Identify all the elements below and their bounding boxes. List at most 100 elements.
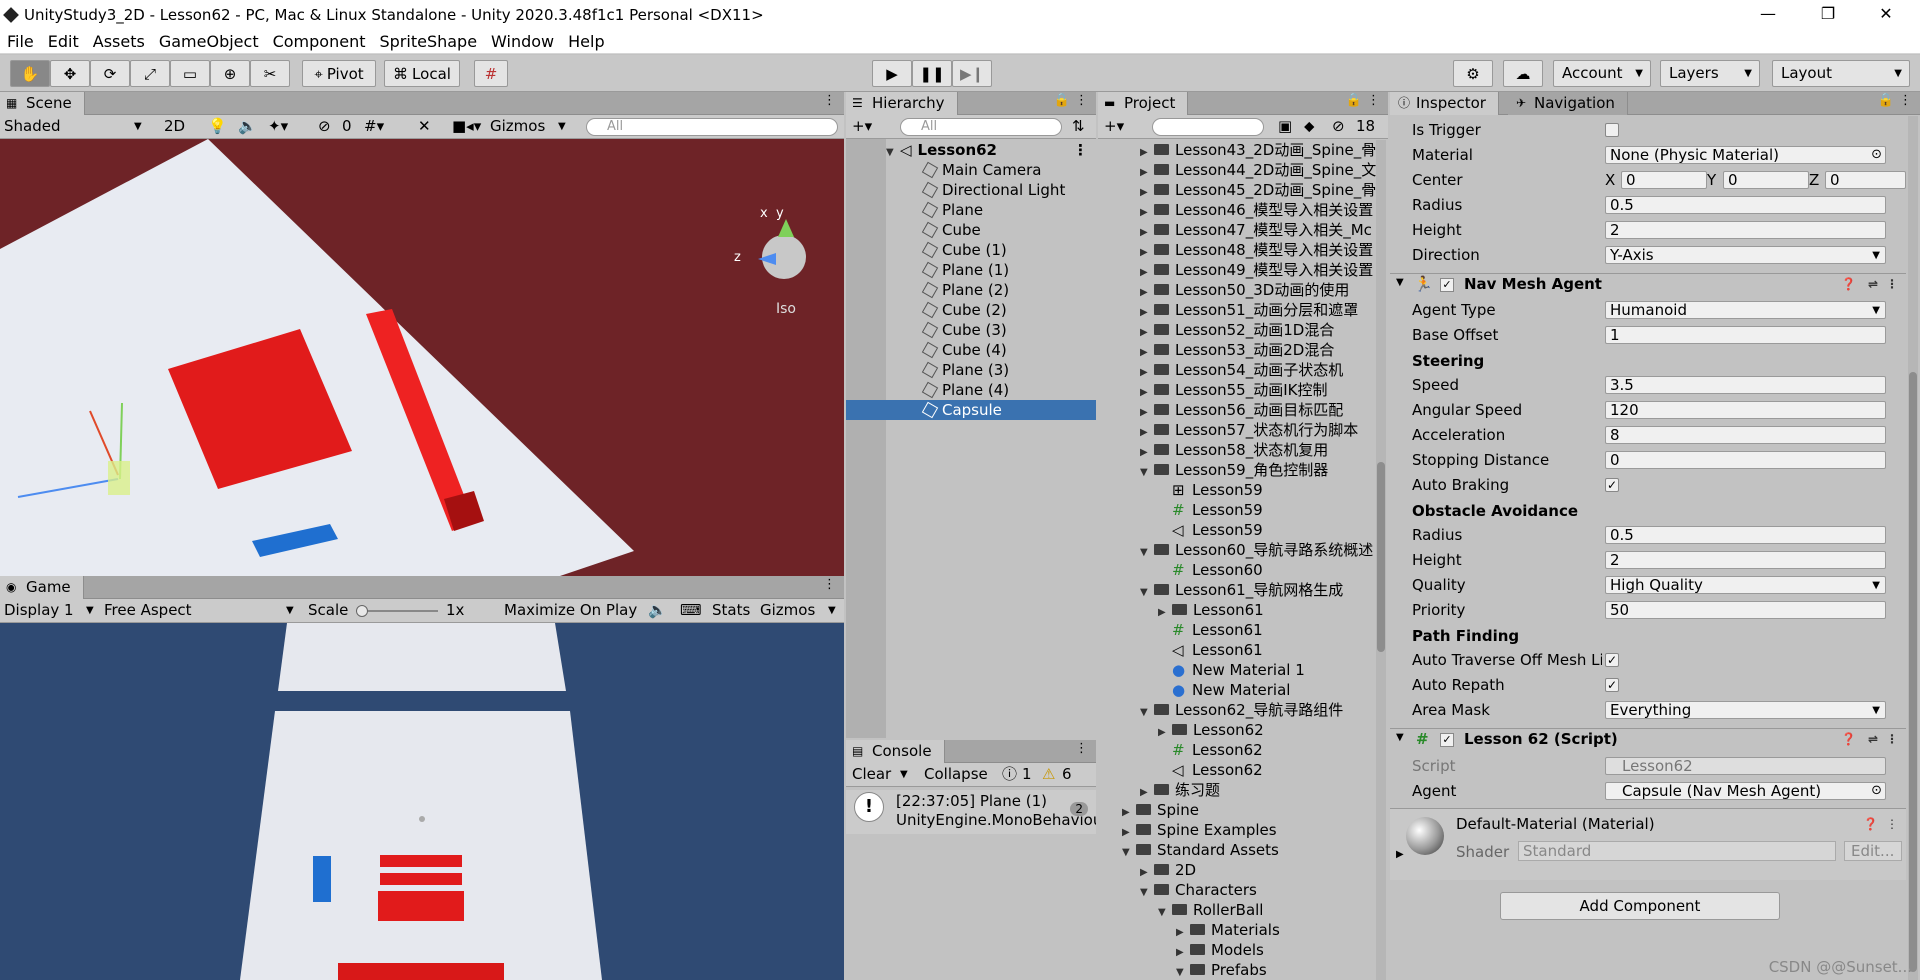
console-message-row[interactable]: ! [22:37:05] Plane (1) UnityEngine.MonoB… [846,790,1096,834]
project-item[interactable]: ▶ Lesson62 [1098,720,1388,740]
tab-scene[interactable]: ▦ Scene [0,92,85,115]
tab-inspector[interactable]: ⓘ Inspector [1390,92,1499,115]
inspector-lock-icon[interactable]: 🔒 [1878,93,1894,108]
project-item[interactable]: ▼ Prefabs [1098,960,1388,980]
console-clear-arrow-icon[interactable]: ▼ [900,763,908,786]
quality-dropdown[interactable]: High Quality [1605,576,1886,594]
iso-label[interactable]: Iso [776,301,796,317]
base-offset-field[interactable]: 1 [1605,326,1886,344]
material-fold-icon[interactable]: ▶ [1396,849,1404,860]
hierarchy-search-input[interactable]: All [900,118,1062,136]
minimize-button[interactable]: — [1740,0,1796,29]
scale-slider-thumb[interactable] [356,605,368,617]
hand-tool-button[interactable]: ✋ [10,60,50,87]
project-item[interactable]: ▶ 2D [1098,860,1388,880]
navmesh-enabled-checkbox[interactable]: ✓ [1440,278,1454,292]
auto-traverse-checkbox[interactable]: ✓ [1605,653,1619,667]
chevron-down-icon[interactable]: ▼ [1176,963,1190,980]
project-lock-icon[interactable]: 🔒 [1346,93,1362,108]
project-search-input[interactable] [1152,118,1264,136]
priority-field[interactable]: 50 [1605,601,1886,619]
custom-tool-button[interactable]: ✂ [250,60,290,87]
project-item[interactable]: ▶ Lesson52_动画1D混合 [1098,320,1388,340]
project-add-button[interactable]: +▾ [1104,115,1124,138]
menu-file[interactable]: File [0,32,41,51]
hierarchy-item[interactable]: Cube (1) [846,240,1096,260]
local-toggle[interactable]: ⌘ Local [384,60,460,87]
rotate-tool-button[interactable]: ⟳ [90,60,130,87]
project-item[interactable]: # Lesson59 [1098,500,1388,520]
add-component-button[interactable]: Add Component [1500,892,1780,920]
script-component-header[interactable]: ▼ # ✓ Lesson 62 (Script) ❓ ⇌ ⋮ [1390,728,1906,750]
navmesh-help-icon[interactable]: ❓ [1841,277,1856,291]
scene-menu-icon[interactable]: ⋮ [1073,140,1088,160]
tab-console[interactable]: ▤ Console [846,740,945,763]
console-warning-icon[interactable]: ⚠ [1042,763,1055,786]
shortcuts-icon[interactable]: ⌨ [680,599,702,622]
project-item[interactable]: ▶ Models [1098,940,1388,960]
hierarchy-item[interactable]: Plane [846,200,1096,220]
maximize-button[interactable]: ❐ [1800,0,1856,29]
capsule-selection[interactable] [108,461,130,495]
layout-dropdown[interactable]: Layout [1772,60,1910,87]
project-item[interactable]: ◁ Lesson62 [1098,760,1388,780]
hierarchy-item[interactable]: Cube (4) [846,340,1096,360]
script-menu-icon[interactable]: ⋮ [1886,732,1898,746]
radius-field[interactable]: 0.5 [1605,196,1886,214]
center-y-field[interactable]: 0 [1723,171,1809,189]
project-item[interactable]: ▶ Lesson51_动画分层和遮罩 [1098,300,1388,320]
transform-tool-button[interactable]: ⊕ [210,60,250,87]
move-tool-button[interactable]: ✥ [50,60,90,87]
close-button[interactable]: ✕ [1858,0,1914,29]
material-help-icon[interactable]: ❓ [1863,817,1878,831]
project-item[interactable]: ▶ Lesson54_动画子状态机 [1098,360,1388,380]
project-item[interactable]: ▼ Lesson59_角色控制器 [1098,460,1388,480]
project-item[interactable]: ▶ Lesson58_状态机复用 [1098,440,1388,460]
direction-dropdown[interactable]: Y-Axis [1605,246,1886,264]
hierarchy-scene-row[interactable]: ▼ ◁ Lesson62 ⋮ [846,140,1096,160]
menu-component[interactable]: Component [266,32,373,51]
is-trigger-checkbox[interactable] [1605,123,1619,137]
project-item[interactable]: ▶ Lesson53_动画2D混合 [1098,340,1388,360]
project-item[interactable]: ▶ Lesson46_模型导入相关设置 [1098,200,1388,220]
aspect-dropdown[interactable]: Free Aspect [104,599,192,622]
step-button[interactable]: ▶❙ [952,60,992,87]
hierarchy-item[interactable]: Plane (4) [846,380,1096,400]
scene-viewport[interactable]: x y z Iso [0,139,844,576]
speed-field[interactable]: 3.5 [1605,376,1886,394]
project-item[interactable]: ⊞ Lesson59 [1098,480,1388,500]
project-item[interactable]: ▶ Lesson48_模型导入相关设置 [1098,240,1388,260]
lighting-icon[interactable]: 💡 [208,115,227,138]
obstacle-radius-field[interactable]: 0.5 [1605,526,1886,544]
project-item[interactable]: ▶ Lesson55_动画IK控制 [1098,380,1388,400]
hierarchy-add-button[interactable]: +▾ [852,115,872,138]
shader-edit-button[interactable]: Edit... [1844,841,1902,861]
agent-field[interactable]: Capsule (Nav Mesh Agent) [1605,782,1886,800]
acceleration-field[interactable]: 8 [1605,426,1886,444]
hierarchy-item[interactable]: Cube (2) [846,300,1096,320]
game-viewport[interactable] [0,623,844,980]
hierarchy-item[interactable]: Cube [846,220,1096,240]
console-clear-button[interactable]: Clear [852,763,891,786]
material-field[interactable]: None (Physic Material) [1605,146,1886,164]
game-gizmos-dropdown[interactable]: Gizmos [760,599,815,622]
collab-icon[interactable]: ⚙ [1453,60,1493,87]
navmesh-menu-icon[interactable]: ⋮ [1886,277,1898,291]
center-x-field[interactable]: 0 [1621,171,1707,189]
effects-icon[interactable]: ✦▾ [268,115,288,138]
angular-speed-field[interactable]: 120 [1605,401,1886,419]
hierarchy-item[interactable]: Plane (1) [846,260,1096,280]
project-item[interactable]: ▶ Lesson49_模型导入相关设置 [1098,260,1388,280]
shader-dropdown[interactable]: Standard [1518,841,1836,861]
hierarchy-item[interactable]: Plane (3) [846,360,1096,380]
menu-gameobject[interactable]: GameObject [152,32,266,51]
agent-type-dropdown[interactable]: Humanoid [1605,301,1886,319]
navmesh-fold-icon[interactable]: ▼ [1396,277,1404,288]
layers-dropdown[interactable]: Layers [1660,60,1760,87]
script-fold-icon[interactable]: ▼ [1396,732,1404,743]
menu-window[interactable]: Window [484,32,561,51]
height-field[interactable]: 2 [1605,221,1886,239]
mute-audio-icon[interactable]: 🔈 [648,599,667,622]
agent-picker-icon[interactable]: ⊙ [1871,783,1882,798]
grid-icon[interactable]: #▾ [364,115,384,138]
